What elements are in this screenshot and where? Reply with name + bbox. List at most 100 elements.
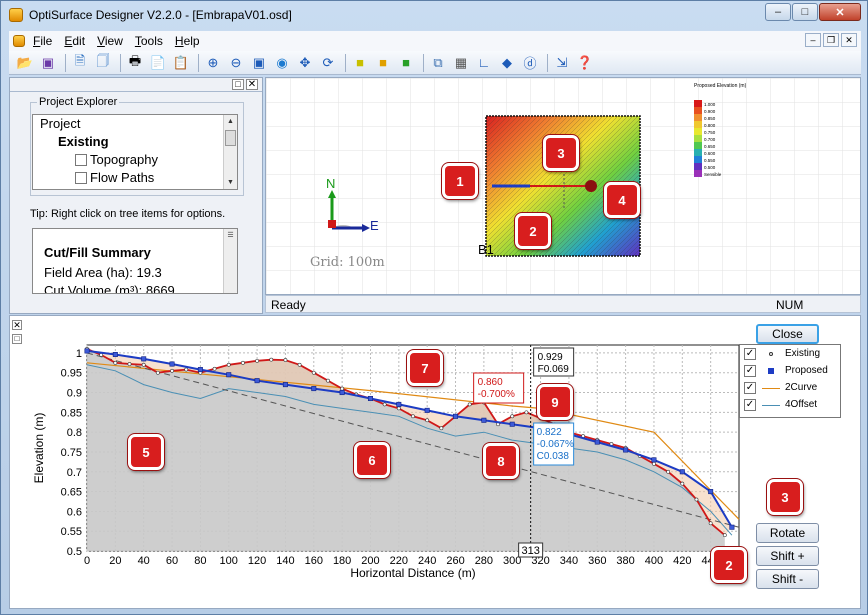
proposed-point[interactable] xyxy=(729,524,735,530)
rotate-button[interactable]: Rotate xyxy=(756,523,819,543)
legend-item-2curve[interactable]: ✓ 2Curve xyxy=(740,379,840,396)
menu-file[interactable]: File xyxy=(27,34,58,48)
print-icon[interactable]: 🖶 xyxy=(125,53,145,72)
legend-item-existing[interactable]: ✓ Existing xyxy=(740,345,840,362)
proposed-point[interactable] xyxy=(339,390,345,396)
cursor-readout-text: F0.069 xyxy=(538,364,570,375)
open-folder-icon[interactable]: 📂 xyxy=(15,54,35,72)
y-tick-label: 0.8 xyxy=(67,427,82,439)
menu-help[interactable]: Help xyxy=(169,34,206,48)
proposed-point[interactable] xyxy=(708,489,714,495)
proposed-point[interactable] xyxy=(481,417,487,423)
mdi-restore-button[interactable]: ❐ xyxy=(823,33,839,47)
topography-checkbox[interactable] xyxy=(75,154,87,166)
chart-legend: ✓ Existing ✓ Proposed ✓ 2Curve ✓ 4Offset xyxy=(739,344,841,418)
window-title: OptiSurface Designer V2.2.0 - [EmbrapaV0… xyxy=(29,8,292,22)
proposed-point[interactable] xyxy=(679,469,685,475)
proposed-point[interactable] xyxy=(141,356,147,362)
legend-checkbox[interactable]: ✓ xyxy=(744,347,756,360)
menu-view[interactable]: View xyxy=(91,34,129,48)
maximize-button[interactable]: □ xyxy=(792,3,818,21)
cursor-readout-text: 0.929 xyxy=(538,352,563,363)
map-view[interactable]: B1 N E Grid: 100m Proposed Elevation (m)… xyxy=(265,77,861,295)
proposed-point[interactable] xyxy=(282,382,288,388)
menu-tools[interactable]: Tools xyxy=(129,34,169,48)
proposed-point[interactable] xyxy=(169,361,175,367)
refresh-icon[interactable]: ⟳ xyxy=(318,54,338,72)
flow-paths-checkbox[interactable] xyxy=(75,172,87,184)
help-icon[interactable]: ❓ xyxy=(575,54,595,72)
mdi-doc-icon[interactable] xyxy=(13,35,25,47)
proposed-point[interactable] xyxy=(594,439,600,445)
close-button[interactable]: Close xyxy=(756,324,819,344)
legend-item-proposed[interactable]: ✓ Proposed xyxy=(740,362,840,379)
globe-icon[interactable]: ◉ xyxy=(272,54,292,72)
legend-checkbox[interactable]: ✓ xyxy=(744,398,756,411)
east-label: E xyxy=(370,218,379,233)
pan-icon[interactable]: ✥ xyxy=(295,54,315,72)
project-explorer-pane: □ ✕ Project Explorer Project Existing Top… xyxy=(9,77,263,314)
minimize-button[interactable]: – xyxy=(765,3,791,21)
annotation-badge-1: 1 xyxy=(442,163,478,199)
legend-checkbox[interactable]: ✓ xyxy=(744,364,756,377)
export-icon[interactable]: ⇲ xyxy=(552,54,572,72)
proposed-point[interactable] xyxy=(623,447,629,453)
legend-item-4offset[interactable]: ✓ 4Offset xyxy=(740,396,840,413)
zoom-in-icon[interactable]: ⊕ xyxy=(203,54,223,72)
legend-checkbox[interactable]: ✓ xyxy=(744,381,756,394)
cube-yellow-icon[interactable]: ■ xyxy=(350,54,370,72)
proposed-point[interactable] xyxy=(254,378,260,384)
legend-value: 0.650 xyxy=(704,144,716,149)
proposed-point[interactable] xyxy=(509,421,515,427)
cube-green-icon[interactable]: ■ xyxy=(396,54,416,72)
tree-item-project[interactable]: Project xyxy=(33,115,237,133)
import-doc-icon[interactable]: 🗍 xyxy=(93,53,113,72)
proposed-point[interactable] xyxy=(112,352,118,358)
proposed-point[interactable] xyxy=(311,386,317,392)
calculator-icon[interactable]: ▦ xyxy=(451,54,471,72)
menu-edit[interactable]: Edit xyxy=(58,34,91,48)
legend-value: 0.600 xyxy=(704,151,716,156)
proposed-point[interactable] xyxy=(651,457,657,463)
existing-point xyxy=(680,481,685,486)
tree-item-topography[interactable]: Topography xyxy=(33,151,237,169)
zoom-window-icon[interactable]: ▣ xyxy=(249,54,269,72)
clipboard-icon[interactable]: 📋 xyxy=(171,54,191,72)
layers-icon[interactable]: ⧉ xyxy=(428,54,448,72)
proposed-point[interactable] xyxy=(396,401,402,407)
cube-orange-icon[interactable]: ■ xyxy=(373,54,393,72)
new-doc-icon[interactable]: 🗎 xyxy=(70,53,90,72)
proposed-point[interactable] xyxy=(424,407,430,413)
proposed-point[interactable] xyxy=(453,413,459,419)
proposed-point[interactable] xyxy=(197,367,203,373)
print-preview-icon[interactable]: 📄 xyxy=(148,54,168,72)
proposed-point[interactable] xyxy=(226,372,232,378)
pin-icon[interactable]: □ xyxy=(232,79,244,90)
app-window: OptiSurface Designer V2.2.0 - [EmbrapaV0… xyxy=(0,0,868,615)
legend-value: 0.500 xyxy=(704,165,716,170)
mdi-minimize-button[interactable]: – xyxy=(805,33,821,47)
proposed-point[interactable] xyxy=(367,395,373,401)
close-window-button[interactable]: ✕ xyxy=(819,3,861,21)
shift-down-button[interactable]: Shift - xyxy=(756,569,819,589)
text-label-icon[interactable]: ⓓ xyxy=(520,54,540,72)
mdi-close-button[interactable]: ✕ xyxy=(841,33,857,47)
tree-scrollbar[interactable]: ▲ ▼ xyxy=(223,115,237,189)
summary-scrollbar[interactable]: ☰ xyxy=(223,229,237,293)
close-pane-icon[interactable]: ✕ xyxy=(246,79,258,90)
legend-value: 0.750 xyxy=(704,130,716,135)
zoom-out-icon[interactable]: ⊖ xyxy=(226,54,246,72)
tree-item-existing[interactable]: Existing xyxy=(33,133,237,151)
annotation-badge-3b: 3 xyxy=(767,479,803,515)
tree-item-flow-paths[interactable]: Flow Paths xyxy=(33,169,237,187)
save-icon[interactable]: ▣ xyxy=(38,54,58,72)
profile-curve-icon[interactable]: ∟ xyxy=(474,54,494,72)
annotation-badge-8: 8 xyxy=(483,443,519,479)
existing-hover-text: -0.067% xyxy=(537,439,574,450)
existing-point xyxy=(170,368,174,373)
shift-up-button[interactable]: Shift + xyxy=(756,546,819,566)
map-canvas[interactable]: B1 N E Grid: 100m Proposed Elevation (m)… xyxy=(266,78,861,295)
surface-icon[interactable]: ◆ xyxy=(497,54,517,72)
y-tick-label: 0.95 xyxy=(61,368,82,380)
proposed-point[interactable] xyxy=(84,348,90,354)
